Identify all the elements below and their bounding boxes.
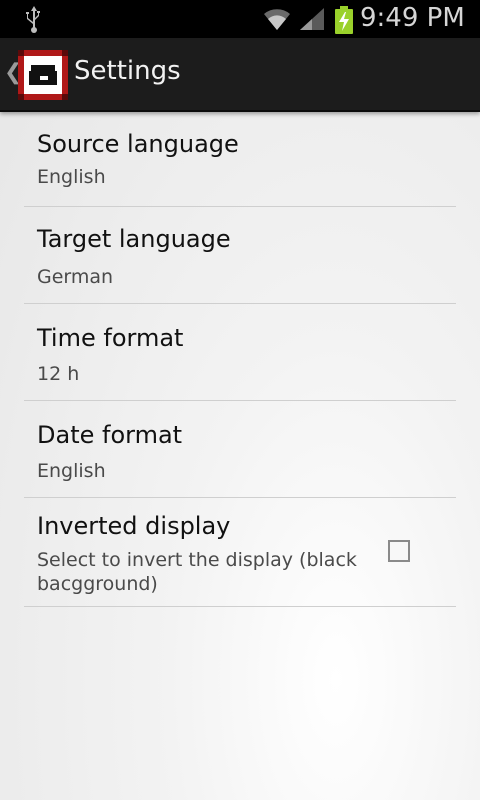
setting-summary: 12 h (37, 363, 80, 385)
setting-title: Date format (37, 421, 183, 449)
setting-summary: English (37, 460, 106, 482)
inverted-display-checkbox[interactable] (388, 540, 410, 562)
setting-time-format[interactable]: Time format 12 h (24, 304, 456, 401)
setting-summary: English (37, 166, 106, 188)
usb-icon (24, 4, 44, 38)
setting-summary: German (37, 266, 114, 288)
status-clock: 9:49 PM (360, 3, 465, 33)
setting-target-language[interactable]: Target language German (24, 207, 456, 304)
setting-source-language[interactable]: Source language English (24, 110, 456, 207)
setting-title: Time format (37, 324, 184, 352)
app-icon[interactable] (18, 50, 68, 100)
setting-date-format[interactable]: Date format English (24, 401, 456, 498)
battery-charging-icon (333, 5, 355, 39)
signal-icon (298, 6, 326, 36)
setting-title: Inverted display (37, 512, 231, 540)
setting-inverted-display[interactable]: Inverted display Select to invert the di… (24, 498, 456, 607)
status-bar: 9:49 PM (0, 0, 480, 38)
setting-title: Source language (37, 130, 239, 158)
setting-title: Target language (37, 225, 231, 253)
settings-list: Source language English Target language … (24, 110, 456, 607)
setting-summary: Select to invert the display (black bacg… (37, 549, 357, 595)
wifi-icon (262, 6, 292, 36)
action-bar: ❮ Settings (0, 38, 480, 112)
page-title: Settings (74, 56, 181, 86)
